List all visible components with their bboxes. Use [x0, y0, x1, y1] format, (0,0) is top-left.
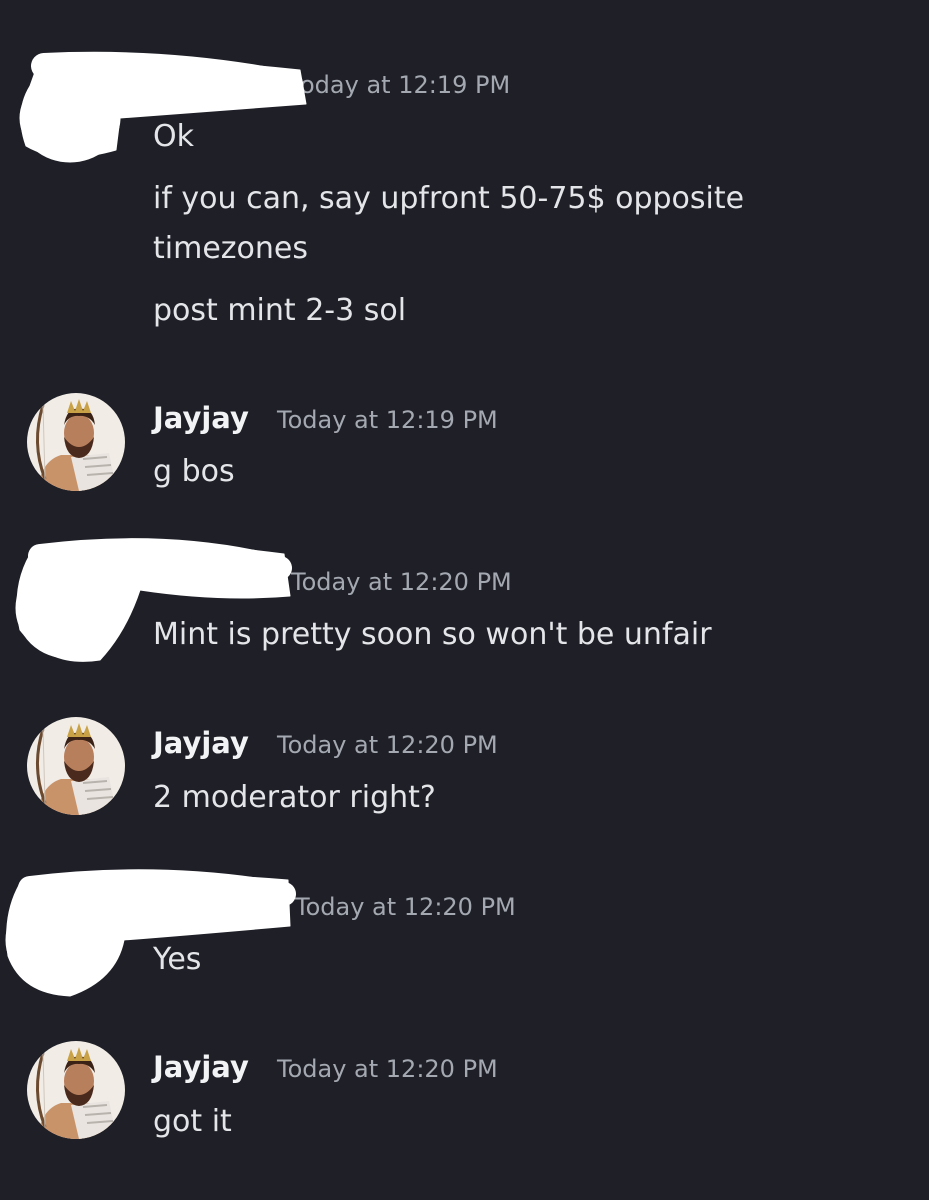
- message-text: Ok: [153, 119, 194, 154]
- message-text: g bos: [153, 454, 235, 489]
- message-username[interactable]: Jayjay: [153, 1053, 249, 1082]
- avatar-icon[interactable]: [27, 717, 125, 815]
- message-timestamp: Today at 12:20 PM: [295, 893, 516, 921]
- chat-message-list: oday at 12:19 PM Ok if you can, say upfr…: [0, 0, 929, 1200]
- message-username[interactable]: Jayjay: [153, 729, 249, 758]
- redaction-overlay: [5, 51, 307, 997]
- avatar-icon[interactable]: [27, 1041, 125, 1139]
- message-text: Yes: [153, 942, 202, 977]
- message-text: post mint 2-3 sol: [153, 293, 407, 328]
- message-timestamp: oday at 12:19 PM: [300, 71, 511, 99]
- message-text: Mint is pretty soon so won't be unfair: [153, 617, 712, 652]
- message-text: 2 moderator right?: [153, 780, 436, 815]
- message-timestamp: Today at 12:20 PM: [291, 568, 512, 596]
- message-username[interactable]: Jayjay: [153, 404, 249, 433]
- message-timestamp: Today at 12:20 PM: [277, 731, 498, 759]
- message-text: got it: [153, 1104, 232, 1139]
- message-timestamp: Today at 12:20 PM: [277, 1055, 498, 1083]
- message-text: timezones: [153, 231, 308, 266]
- message-timestamp: Today at 12:19 PM: [277, 406, 498, 434]
- avatar-icon[interactable]: [27, 393, 125, 491]
- message-text: if you can, say upfront 50-75$ opposite: [153, 181, 745, 216]
